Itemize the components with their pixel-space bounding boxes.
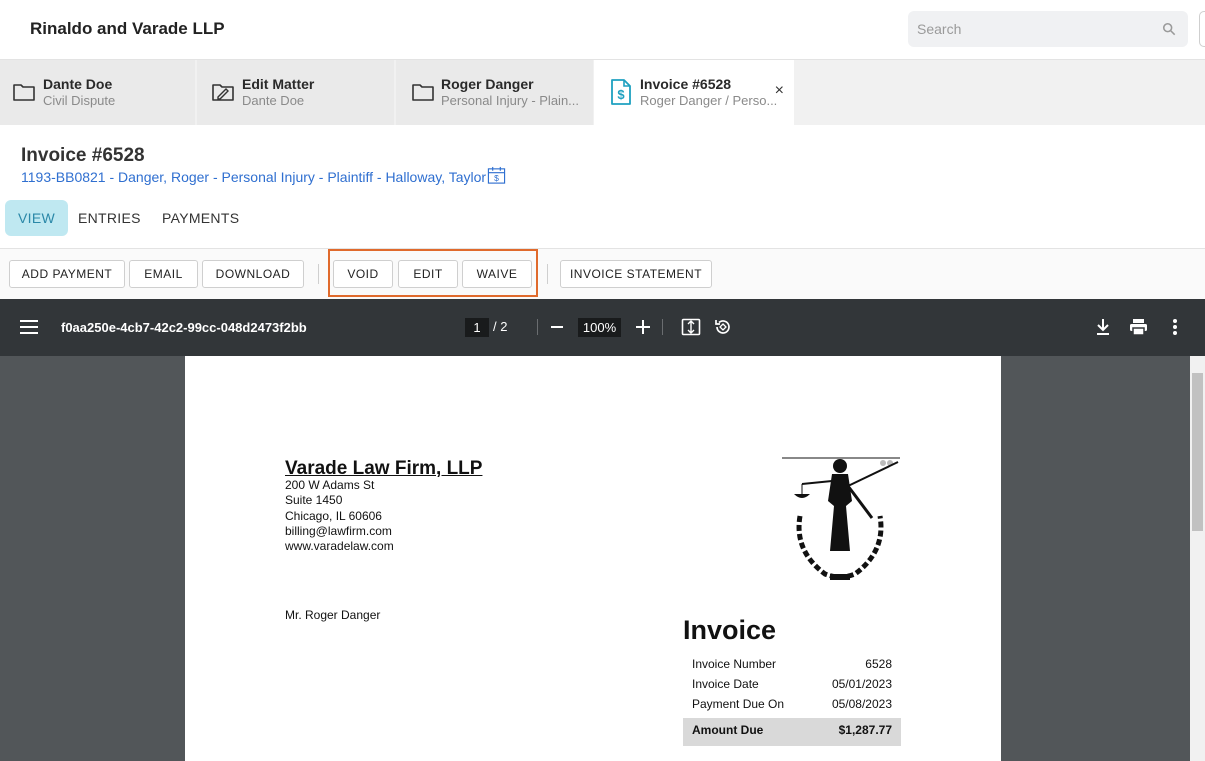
rotate-icon[interactable]: [713, 317, 733, 337]
scrollbar-thumb[interactable]: [1192, 373, 1203, 531]
tab-subtitle: Roger Danger / Perso...: [640, 93, 778, 108]
invoice-date-value: 05/01/2023: [831, 677, 892, 691]
edit-button[interactable]: EDIT: [398, 260, 458, 288]
tab-title: Dante Doe: [43, 76, 113, 92]
search-icon[interactable]: [1162, 22, 1176, 36]
tab-subtitle: Personal Injury - Plain...: [441, 93, 580, 108]
download-button[interactable]: DOWNLOAD: [202, 260, 304, 288]
pdf-page: Varade Law Firm, LLP 200 W Adams St Suit…: [185, 356, 1001, 761]
toolbar-divider: [537, 319, 538, 335]
address-line: Suite 1450: [285, 493, 343, 507]
address-line: Chicago, IL 60606: [285, 509, 382, 523]
document-firm-name: Varade Law Firm, LLP: [285, 458, 483, 479]
tab-payments[interactable]: PAYMENTS: [149, 200, 252, 236]
svg-text:$: $: [494, 173, 499, 183]
folder-icon: [412, 84, 434, 101]
user-menu-button[interactable]: [1199, 11, 1205, 47]
top-bar: Rinaldo and Varade LLP Search: [0, 0, 1205, 60]
menu-icon[interactable]: [20, 320, 38, 334]
fit-page-icon[interactable]: [681, 317, 701, 337]
folder-icon: [13, 84, 35, 101]
page-number-input[interactable]: 1: [465, 318, 489, 337]
address-line: www.varadelaw.com: [285, 539, 394, 553]
tab-title: Edit Matter: [242, 76, 315, 92]
lady-justice-logo: [782, 457, 900, 580]
zoom-out-icon[interactable]: [551, 326, 563, 328]
invoice-date-label: Invoice Date: [692, 677, 759, 691]
payment-due-label: Payment Due On: [692, 697, 785, 711]
toolbar-divider: [318, 264, 319, 284]
amount-due-label: Amount Due: [692, 723, 764, 737]
toolbar-divider: [547, 264, 548, 284]
download-icon[interactable]: [1095, 318, 1111, 336]
print-icon[interactable]: [1129, 318, 1148, 336]
page-total: / 2: [493, 319, 508, 334]
action-toolbar: ADD PAYMENT EMAIL DOWNLOAD VOID EDIT WAI…: [0, 248, 1205, 299]
tab-edit-matter[interactable]: Edit Matter Dante Doe: [197, 60, 394, 125]
address-line: billing@lawfirm.com: [285, 524, 392, 538]
tab-dante-doe[interactable]: Dante Doe Civil Dispute: [0, 60, 195, 125]
edit-folder-icon: [212, 84, 234, 101]
toolbar-divider: [662, 319, 663, 335]
tab-invoice-6528[interactable]: $ Invoice #6528 Roger Danger / Perso... …: [594, 60, 794, 125]
zoom-input[interactable]: 100%: [578, 318, 621, 337]
tab-title: Invoice #6528: [640, 76, 732, 92]
tab-subtitle: Dante Doe: [242, 93, 305, 108]
payment-due-value: 05/08/2023: [831, 697, 892, 711]
pdf-filename: f0aa250e-4cb7-42c2-99cc-048d2473f2bb: [61, 320, 307, 335]
add-payment-button[interactable]: ADD PAYMENT: [9, 260, 125, 288]
page-title: Invoice #6528: [21, 145, 145, 166]
address-line: 200 W Adams St: [285, 478, 375, 492]
tab-entries[interactable]: ENTRIES: [65, 200, 154, 236]
svg-text:$: $: [617, 87, 625, 102]
matter-tabs: Dante Doe Civil Dispute Edit Matter Dant…: [0, 60, 1205, 125]
amount-due-value: $1,287.77: [838, 723, 892, 737]
invoice-statement-button[interactable]: INVOICE STATEMENT: [560, 260, 712, 288]
email-button[interactable]: EMAIL: [129, 260, 198, 288]
void-button[interactable]: VOID: [333, 260, 393, 288]
invoice-heading: Invoice: [683, 615, 777, 645]
invoice-number-value: 6528: [865, 657, 892, 671]
search-input[interactable]: Search: [908, 11, 1188, 47]
matter-link[interactable]: 1193-BB0821 - Danger, Roger - Personal I…: [21, 169, 486, 185]
search-placeholder: Search: [917, 21, 962, 37]
invoice-dollar-icon: $: [611, 79, 631, 105]
client-name: Mr. Roger Danger: [285, 608, 381, 622]
more-options-icon[interactable]: [1172, 318, 1178, 336]
calendar-dollar-icon[interactable]: $: [487, 166, 506, 185]
tab-subtitle: Civil Dispute: [43, 93, 116, 108]
firm-name: Rinaldo and Varade LLP: [30, 19, 225, 38]
tab-view[interactable]: VIEW: [5, 200, 68, 236]
waive-button[interactable]: WAIVE: [462, 260, 532, 288]
invoice-number-label: Invoice Number: [692, 657, 777, 671]
tab-title: Roger Danger: [441, 76, 534, 92]
tab-roger-danger[interactable]: Roger Danger Personal Injury - Plain...: [396, 60, 593, 125]
zoom-in-icon[interactable]: [636, 320, 650, 334]
close-tab-icon[interactable]: ×: [775, 82, 784, 100]
pdf-toolbar: f0aa250e-4cb7-42c2-99cc-048d2473f2bb 1 /…: [0, 299, 1205, 356]
